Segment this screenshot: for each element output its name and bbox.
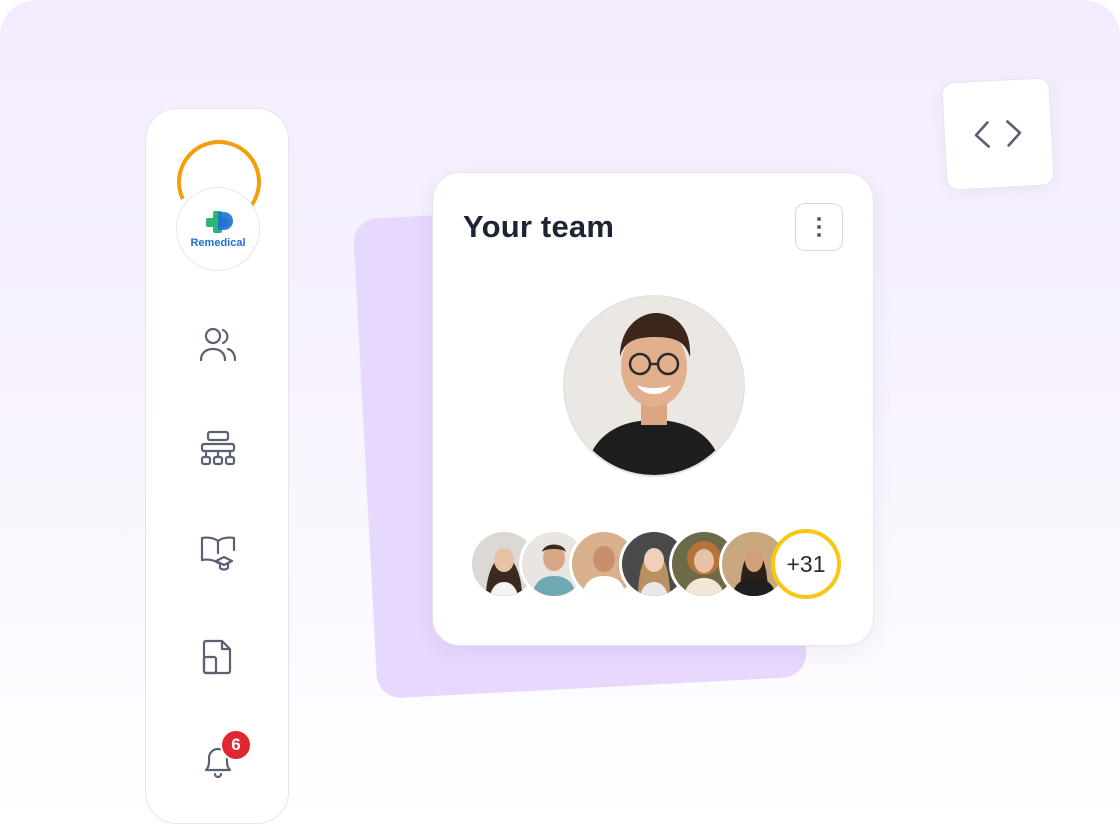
medical-cross-icon [206, 211, 233, 233]
users-icon [199, 327, 237, 362]
embed-code-button[interactable] [941, 77, 1055, 191]
team-card-title: Your team [463, 209, 615, 244]
brand-name: Remedical [190, 237, 246, 249]
more-options-button[interactable] [795, 203, 843, 251]
sidebar-item-learning[interactable] [194, 529, 242, 577]
person-photo-icon [565, 297, 743, 475]
featured-member-avatar[interactable] [563, 295, 745, 477]
sidebar-item-organization[interactable] [194, 425, 242, 473]
learning-book-icon [200, 536, 236, 571]
vertical-dots-icon [817, 217, 821, 237]
team-card: Your team +31 [432, 172, 874, 646]
sidebar-item-documents[interactable] [194, 633, 242, 681]
org-chart-icon [200, 430, 236, 466]
documents-icon [202, 639, 232, 675]
sidebar-item-team[interactable] [194, 321, 242, 369]
more-members-count[interactable]: +31 [771, 529, 841, 599]
code-icon [974, 120, 1022, 148]
notification-badge: 6 [220, 729, 252, 761]
brand-logo[interactable]: Remedical [176, 187, 260, 271]
team-members-stack: +31 [469, 529, 849, 599]
sidebar: Remedical 6 [145, 108, 289, 824]
